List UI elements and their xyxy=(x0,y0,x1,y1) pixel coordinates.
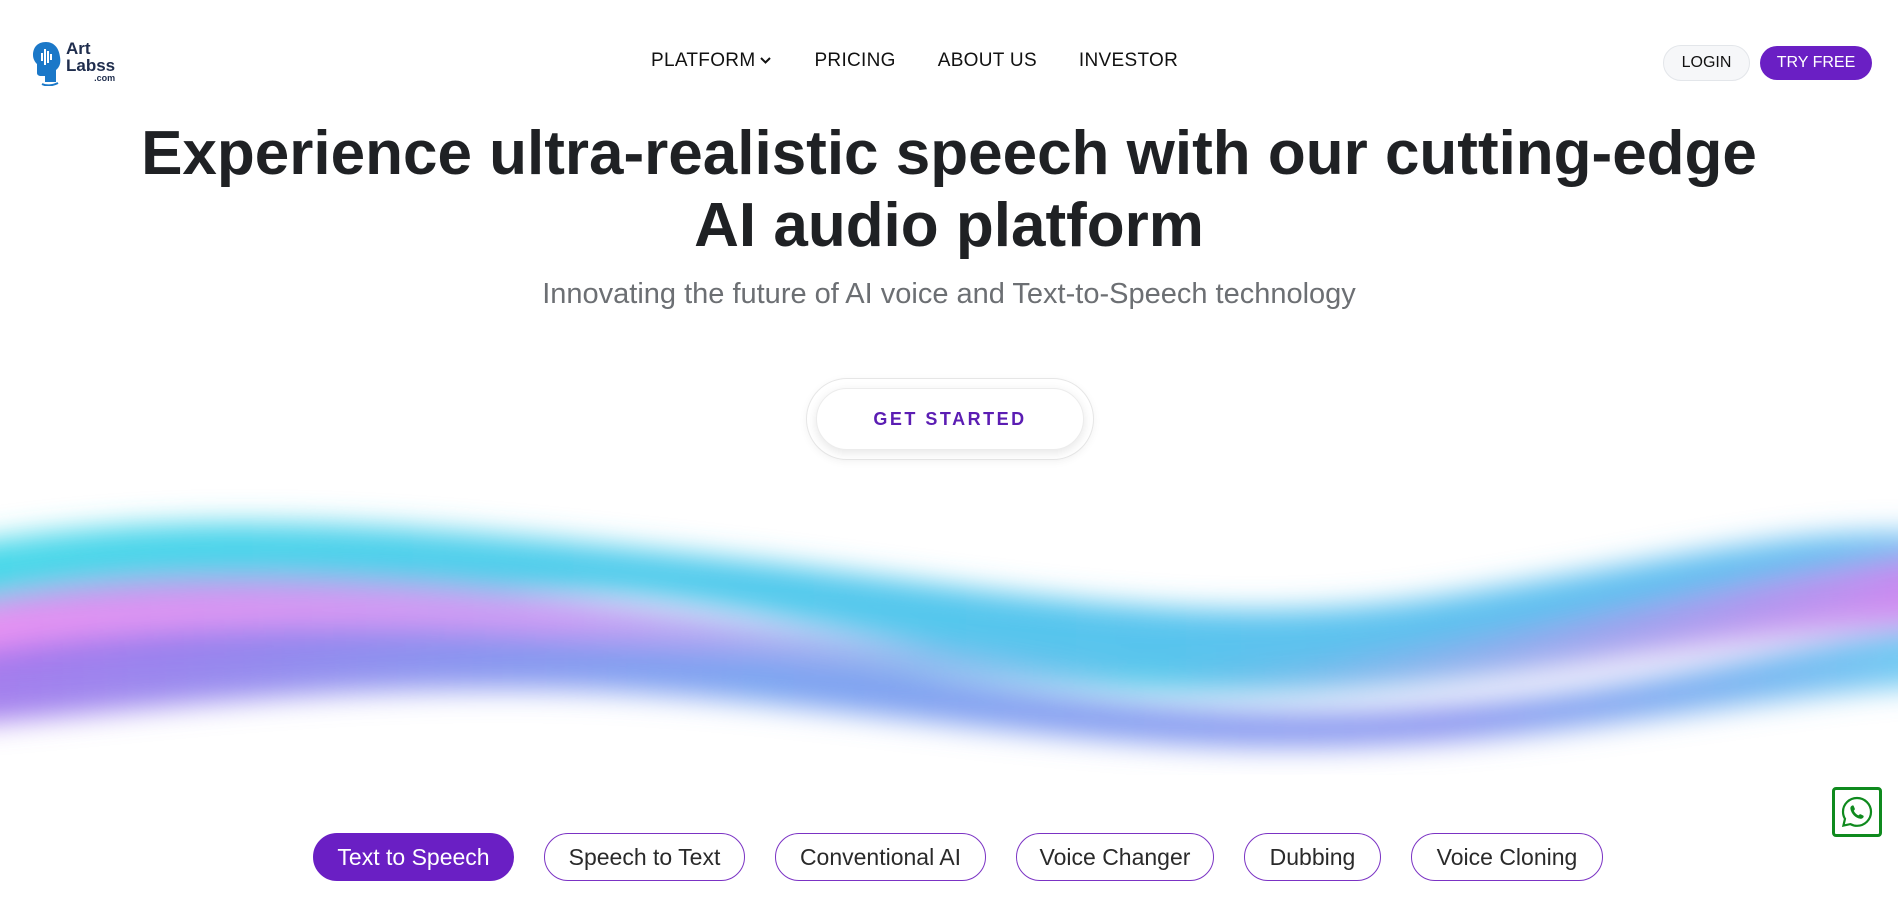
get-started-button[interactable]: GET STARTED xyxy=(816,388,1084,450)
brand-logo[interactable]: Art Labss .com xyxy=(32,40,118,88)
main-nav: PLATFORM PRICING ABOUT US INVESTOR xyxy=(651,50,1178,72)
nav-item-label: ABOUT US xyxy=(937,50,1037,71)
login-button[interactable]: LOGIN xyxy=(1663,45,1750,81)
hero-wave-graphic xyxy=(0,522,1898,748)
nav-item-platform[interactable]: PLATFORM xyxy=(651,50,772,72)
brand-suffix: .com xyxy=(94,73,116,83)
whatsapp-icon xyxy=(1841,796,1873,828)
tab-conventional-ai[interactable]: Conventional AI xyxy=(775,833,986,881)
tab-dubbing[interactable]: Dubbing xyxy=(1244,833,1381,881)
tab-voice-cloning[interactable]: Voice Cloning xyxy=(1411,833,1603,881)
product-tabs: Text to Speech Speech to Text Convention… xyxy=(313,833,1603,881)
nav-item-label: INVESTOR xyxy=(1078,50,1179,71)
brand-wordmark: Art Labss .com xyxy=(66,40,116,83)
chevron-down-icon xyxy=(760,57,772,64)
nav-item-pricing[interactable]: PRICING xyxy=(814,50,895,72)
hero-title: Experience ultra-realistic speech with o… xyxy=(0,118,1898,262)
nav-item-label: PLATFORM xyxy=(651,50,756,71)
nav-item-label: PRICING xyxy=(814,50,896,71)
tab-text-to-speech[interactable]: Text to Speech xyxy=(313,833,514,881)
head-soundwave-icon xyxy=(33,42,61,86)
tab-voice-changer[interactable]: Voice Changer xyxy=(1016,833,1214,881)
whatsapp-chat-button[interactable] xyxy=(1832,787,1882,837)
tab-speech-to-text[interactable]: Speech to Text xyxy=(544,833,745,881)
try-free-button[interactable]: TRY FREE xyxy=(1760,46,1872,80)
hero-subtitle: Innovating the future of AI voice and Te… xyxy=(542,278,1356,310)
nav-item-about-us[interactable]: ABOUT US xyxy=(938,50,1037,72)
hero-title-line1: Experience ultra-realistic speech with o… xyxy=(141,119,1757,188)
hero-title-line2: AI audio platform xyxy=(694,191,1204,260)
nav-item-investor[interactable]: INVESTOR xyxy=(1079,50,1178,72)
site-header: Art Labss .com PLATFORM PRICING ABOUT US… xyxy=(0,0,1898,120)
